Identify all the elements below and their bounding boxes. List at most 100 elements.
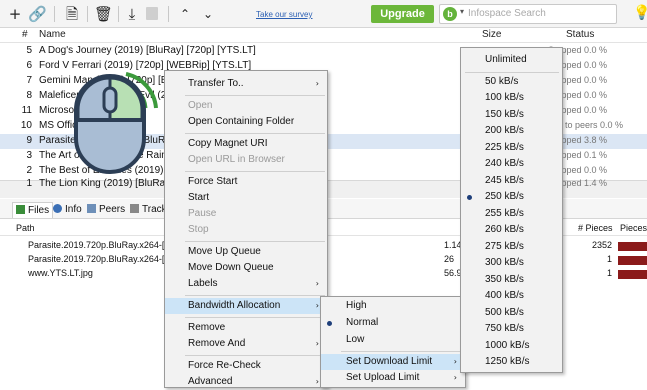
lightbulb-icon[interactable]: 💡 [633,5,647,21]
chevron-right-icon: › [315,79,319,88]
add-torrent-icon[interactable]: + [6,5,24,23]
file-path: Parasite.2019.720p.BluRay.x264-[Y [28,240,171,250]
tab-files[interactable]: Files [12,202,54,218]
survey-link[interactable]: Take our survey [256,10,312,19]
menu-item-set-download-limit[interactable]: Set Download Limit › [321,354,465,370]
menu-item-limit[interactable]: 750 kB/s [461,321,562,337]
chevron-up-icon[interactable]: ⌃ [176,5,194,23]
menu-item-limit[interactable]: 275 kB/s [461,239,562,255]
file-path: Parasite.2019.720p.BluRay.x264-[Y [28,254,171,264]
menu-item-limit[interactable]: 500 kB/s [461,305,562,321]
column-header-number[interactable]: # [22,29,28,40]
menu-separator [185,317,325,318]
download-limit-submenu: Unlimited 50 kB/s 100 kB/s 150 kB/s 200 … [460,47,563,373]
menu-item-low[interactable]: Low [321,332,465,348]
menu-item-unlimited[interactable]: Unlimited [461,52,562,68]
menu-item-start[interactable]: Start [165,190,327,206]
column-header-size[interactable]: Size [482,29,501,40]
download-icon[interactable]: ⤓ [123,5,141,23]
menu-item-limit[interactable]: 100 kB/s [461,90,562,106]
menu-item-limit[interactable]: 1250 kB/s [461,354,562,370]
trash-icon[interactable]: 🗑 [94,5,113,23]
menu-label: Advanced [188,376,233,387]
mouse-click-icon [74,72,158,174]
menu-item-normal[interactable]: Normal [321,315,465,331]
column-header-pieces-count[interactable]: # Pieces [578,223,613,233]
chevron-down-icon[interactable]: ▾ [460,7,464,16]
menu-item-limit[interactable]: 350 kB/s [461,272,562,288]
menu-label: Set Upload Limit [346,372,420,383]
pieces-bar [618,256,647,265]
menu-item-limit[interactable]: 260 kB/s [461,222,562,238]
row-number: 6 [26,60,32,71]
row-number: 10 [20,120,32,131]
row-number: 9 [26,135,32,146]
menu-item-high[interactable]: High [321,298,465,314]
menu-label: Set Download Limit [346,356,433,367]
menu-item-limit[interactable]: 400 kB/s [461,288,562,304]
toolbar: + 🔗 🗎 🗑 ⤓ ⌃ ⌄ Take our survey Upgrade b … [0,0,647,28]
chevron-right-icon: › [453,357,457,366]
menu-item-move-down-queue[interactable]: Move Down Queue [165,260,327,276]
menu-item-bandwidth-allocation[interactable]: Bandwidth Allocation › [165,298,327,314]
row-number: 2 [26,165,32,176]
column-header-path[interactable]: Path [16,223,35,233]
menu-label: Labels [188,278,218,289]
menu-item-transfer-to[interactable]: Transfer To.. › [165,76,327,92]
menu-item-copy-magnet-uri[interactable]: Copy Magnet URI [165,136,327,152]
search-input[interactable]: Infospace Search [468,8,546,19]
menu-item-force-start[interactable]: Force Start [165,174,327,190]
file-size: 56.9 [444,268,462,278]
column-header-status[interactable]: Status [566,29,594,40]
chevron-down-icon[interactable]: ⌄ [199,5,217,23]
menu-item-limit[interactable]: 150 kB/s [461,107,562,123]
chevron-right-icon: › [315,301,319,310]
search-box[interactable]: b ▾ Infospace Search [439,4,617,24]
menu-separator [185,171,325,172]
file-pieces: 2352 [591,240,612,250]
tab-label: Info [65,204,82,215]
menu-item-limit[interactable]: 1000 kB/s [461,338,562,354]
bandwidth-submenu: High Normal Low Set Download Limit › Set … [320,296,466,388]
toolbar-divider [118,6,119,22]
menu-item-remove[interactable]: Remove [165,320,327,336]
menu-item-force-recheck[interactable]: Force Re-Check [165,358,327,374]
menu-item-limit[interactable]: 50 kB/s [461,74,562,90]
file-size: 26 [444,254,455,264]
context-menu: Transfer To.. › Open Open Containing Fold… [164,70,328,388]
column-header-pieces[interactable]: Pieces [620,223,647,233]
menu-separator [185,95,325,96]
menu-item-limit-selected[interactable]: 250 kB/s [461,189,562,205]
pieces-bar [618,270,647,279]
row-number: 7 [26,75,32,86]
info-icon [53,204,62,213]
menu-item-limit[interactable]: 255 kB/s [461,206,562,222]
toolbar-divider [87,6,88,22]
peers-icon [87,204,96,213]
menu-item-open-containing-folder[interactable]: Open Containing Folder [165,114,327,130]
toolbar-divider [54,6,55,22]
create-torrent-icon[interactable]: 🗎 [63,5,81,23]
stop-icon[interactable] [146,7,158,20]
menu-item-limit[interactable]: 225 kB/s [461,140,562,156]
tab-info[interactable]: Info [50,202,85,218]
file-path: www.YTS.LT.jpg [28,268,93,278]
menu-item-limit[interactable]: 240 kB/s [461,156,562,172]
menu-item-limit[interactable]: 200 kB/s [461,123,562,139]
menu-item-labels[interactable]: Labels › [165,276,327,292]
toolbar-divider [168,6,169,22]
menu-separator [185,295,325,296]
add-link-icon[interactable]: 🔗 [28,5,47,23]
column-header-name[interactable]: Name [39,29,66,40]
trackers-icon [130,204,139,213]
search-provider-icon[interactable]: b [443,7,457,21]
files-icon [16,205,25,214]
menu-item-limit[interactable]: 245 kB/s [461,173,562,189]
row-number: 3 [26,150,32,161]
menu-item-limit[interactable]: 300 kB/s [461,255,562,271]
upgrade-button[interactable]: Upgrade [371,5,434,23]
tab-peers[interactable]: Peers [84,202,128,218]
menu-item-remove-and[interactable]: Remove And › [165,336,327,352]
menu-item-set-upload-limit[interactable]: Set Upload Limit › [321,370,465,386]
menu-item-move-up-queue[interactable]: Move Up Queue [165,244,327,260]
